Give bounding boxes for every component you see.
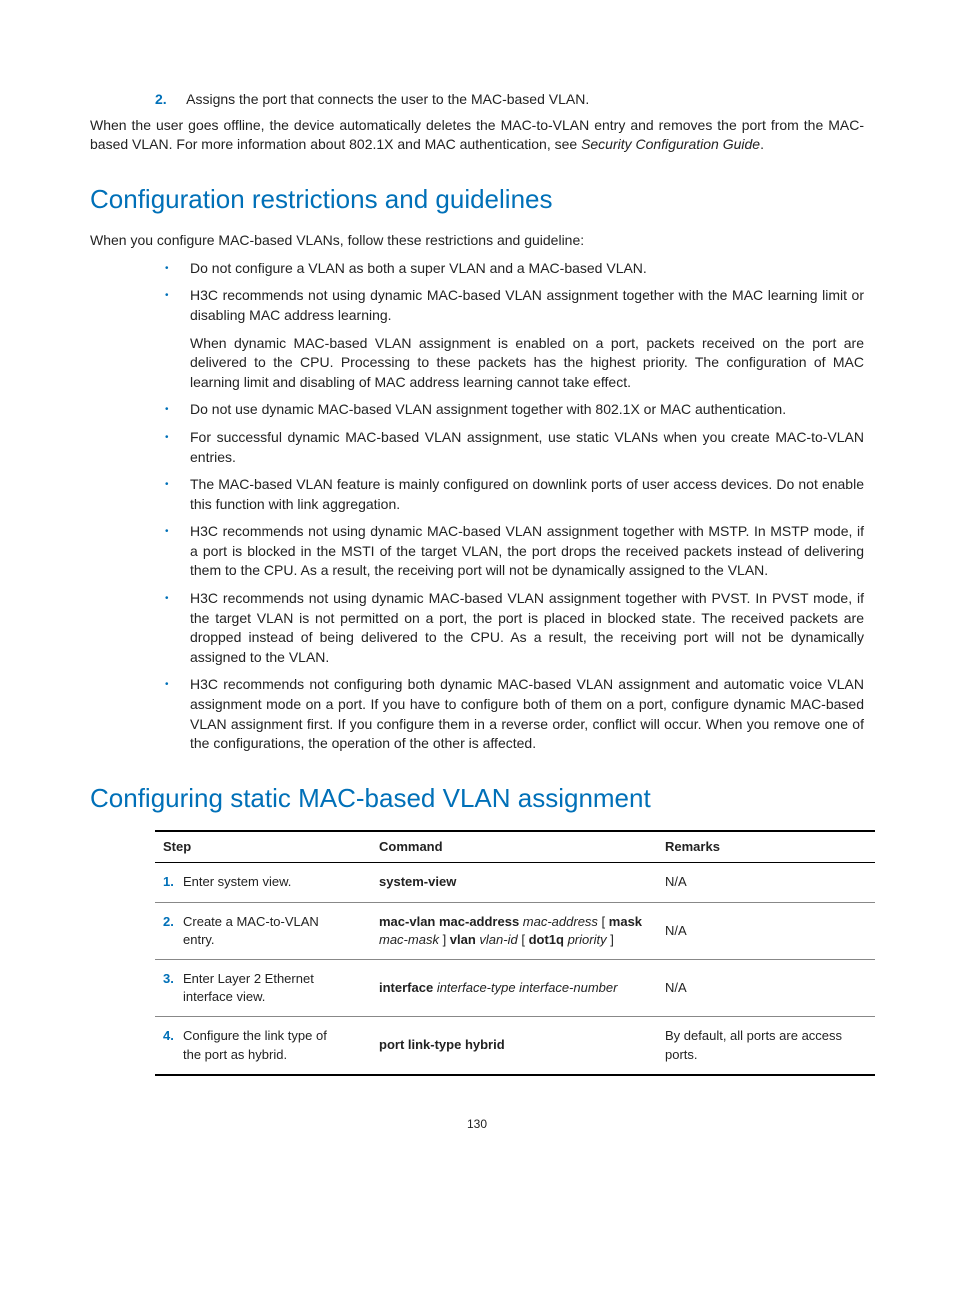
cmd-part: priority: [568, 932, 607, 947]
list-item-text: Do not configure a VLAN as both a super …: [190, 260, 647, 276]
list-item-text: For successful dynamic MAC-based VLAN as…: [190, 429, 864, 465]
table-row: 3.Enter Layer 2 Ethernet interface view.…: [155, 959, 875, 1016]
cell-remarks: By default, all ports are access ports.: [657, 1017, 875, 1075]
heading-restrictions: Configuration restrictions and guideline…: [90, 181, 864, 217]
list-item-text: H3C recommends not using dynamic MAC-bas…: [190, 590, 864, 665]
step-number: 1.: [163, 873, 183, 891]
list-item-subtext: When dynamic MAC-based VLAN assignment i…: [190, 334, 864, 393]
cell-command: port link-type hybrid: [371, 1017, 657, 1075]
list-item-text: H3C recommends not configuring both dyna…: [190, 676, 864, 751]
cell-step: 3.Enter Layer 2 Ethernet interface view.: [155, 959, 371, 1016]
list-item-text: H3C recommends not using dynamic MAC-bas…: [190, 523, 864, 578]
step-text: Configure the link type of the port as h…: [183, 1027, 333, 1063]
ordered-text: Assigns the port that connects the user …: [186, 91, 589, 107]
cmd-part: [: [518, 932, 529, 947]
cmd-part: mac-vlan mac-address: [379, 914, 523, 929]
cmd-part: ]: [439, 932, 450, 947]
list-item: H3C recommends not configuring both dyna…: [155, 675, 864, 753]
intro-b: Security Configuration Guide: [581, 136, 760, 152]
step-number: 4.: [163, 1027, 183, 1045]
cmd-part: mac-mask: [379, 932, 439, 947]
cell-step: 4.Configure the link type of the port as…: [155, 1017, 371, 1075]
cell-remarks: N/A: [657, 959, 875, 1016]
cmd-part: vlan: [450, 932, 480, 947]
bullet-list: Do not configure a VLAN as both a super …: [155, 259, 864, 754]
cell-step: 2.Create a MAC-to-VLAN entry.: [155, 902, 371, 959]
list-item: Do not use dynamic MAC-based VLAN assign…: [155, 400, 864, 420]
heading-static-config: Configuring static MAC-based VLAN assign…: [90, 780, 864, 816]
list-item: H3C recommends not using dynamic MAC-bas…: [155, 286, 864, 392]
cmd-part: [: [598, 914, 609, 929]
list-item: For successful dynamic MAC-based VLAN as…: [155, 428, 864, 467]
list-item-text: The MAC-based VLAN feature is mainly con…: [190, 476, 864, 512]
step-text: Create a MAC-to-VLAN entry.: [183, 913, 333, 949]
list-item: H3C recommends not using dynamic MAC-bas…: [155, 589, 864, 667]
cell-command: interface interface-type interface-numbe…: [371, 959, 657, 1016]
th-remarks: Remarks: [657, 831, 875, 863]
cmd-part: mask: [609, 914, 642, 929]
list-item: The MAC-based VLAN feature is mainly con…: [155, 475, 864, 514]
ordered-item: 2. Assigns the port that connects the us…: [155, 90, 864, 110]
cmd-part: mac-address: [523, 914, 598, 929]
list-item-text: H3C recommends not using dynamic MAC-bas…: [190, 287, 864, 323]
cell-remarks: N/A: [657, 902, 875, 959]
step-text: Enter Layer 2 Ethernet interface view.: [183, 970, 333, 1006]
list-item: Do not configure a VLAN as both a super …: [155, 259, 864, 279]
page-number: 130: [90, 1116, 864, 1133]
cell-command: system-view: [371, 863, 657, 902]
step-number: 3.: [163, 970, 183, 988]
cell-command: mac-vlan mac-address mac-address [ mask …: [371, 902, 657, 959]
table-row: 1.Enter system view. system-view N/A: [155, 863, 875, 902]
intro-paragraph: When the user goes offline, the device a…: [90, 116, 864, 155]
cmd-part: ]: [607, 932, 614, 947]
list-item-text: Do not use dynamic MAC-based VLAN assign…: [190, 401, 786, 417]
cmd-part: system-view: [379, 874, 456, 889]
cmd-part: port link-type hybrid: [379, 1037, 505, 1052]
table-row: 4.Configure the link type of the port as…: [155, 1017, 875, 1075]
list-item: H3C recommends not using dynamic MAC-bas…: [155, 522, 864, 581]
th-step: Step: [155, 831, 371, 863]
command-table: Step Command Remarks 1.Enter system view…: [155, 830, 875, 1076]
th-command: Command: [371, 831, 657, 863]
ordered-number: 2.: [155, 90, 183, 110]
cmd-part: dot1q: [529, 932, 568, 947]
table-row: 2.Create a MAC-to-VLAN entry.mac-vlan ma…: [155, 902, 875, 959]
cmd-part: interface-type interface-number: [437, 980, 618, 995]
cmd-part: vlan-id: [479, 932, 517, 947]
cmd-part: interface: [379, 980, 437, 995]
intro-c: .: [760, 136, 764, 152]
restrictions-intro: When you configure MAC-based VLANs, foll…: [90, 231, 864, 251]
cell-step: 1.Enter system view.: [155, 863, 371, 902]
cell-remarks: N/A: [657, 863, 875, 902]
step-number: 2.: [163, 913, 183, 931]
step-text: Enter system view.: [183, 873, 333, 891]
